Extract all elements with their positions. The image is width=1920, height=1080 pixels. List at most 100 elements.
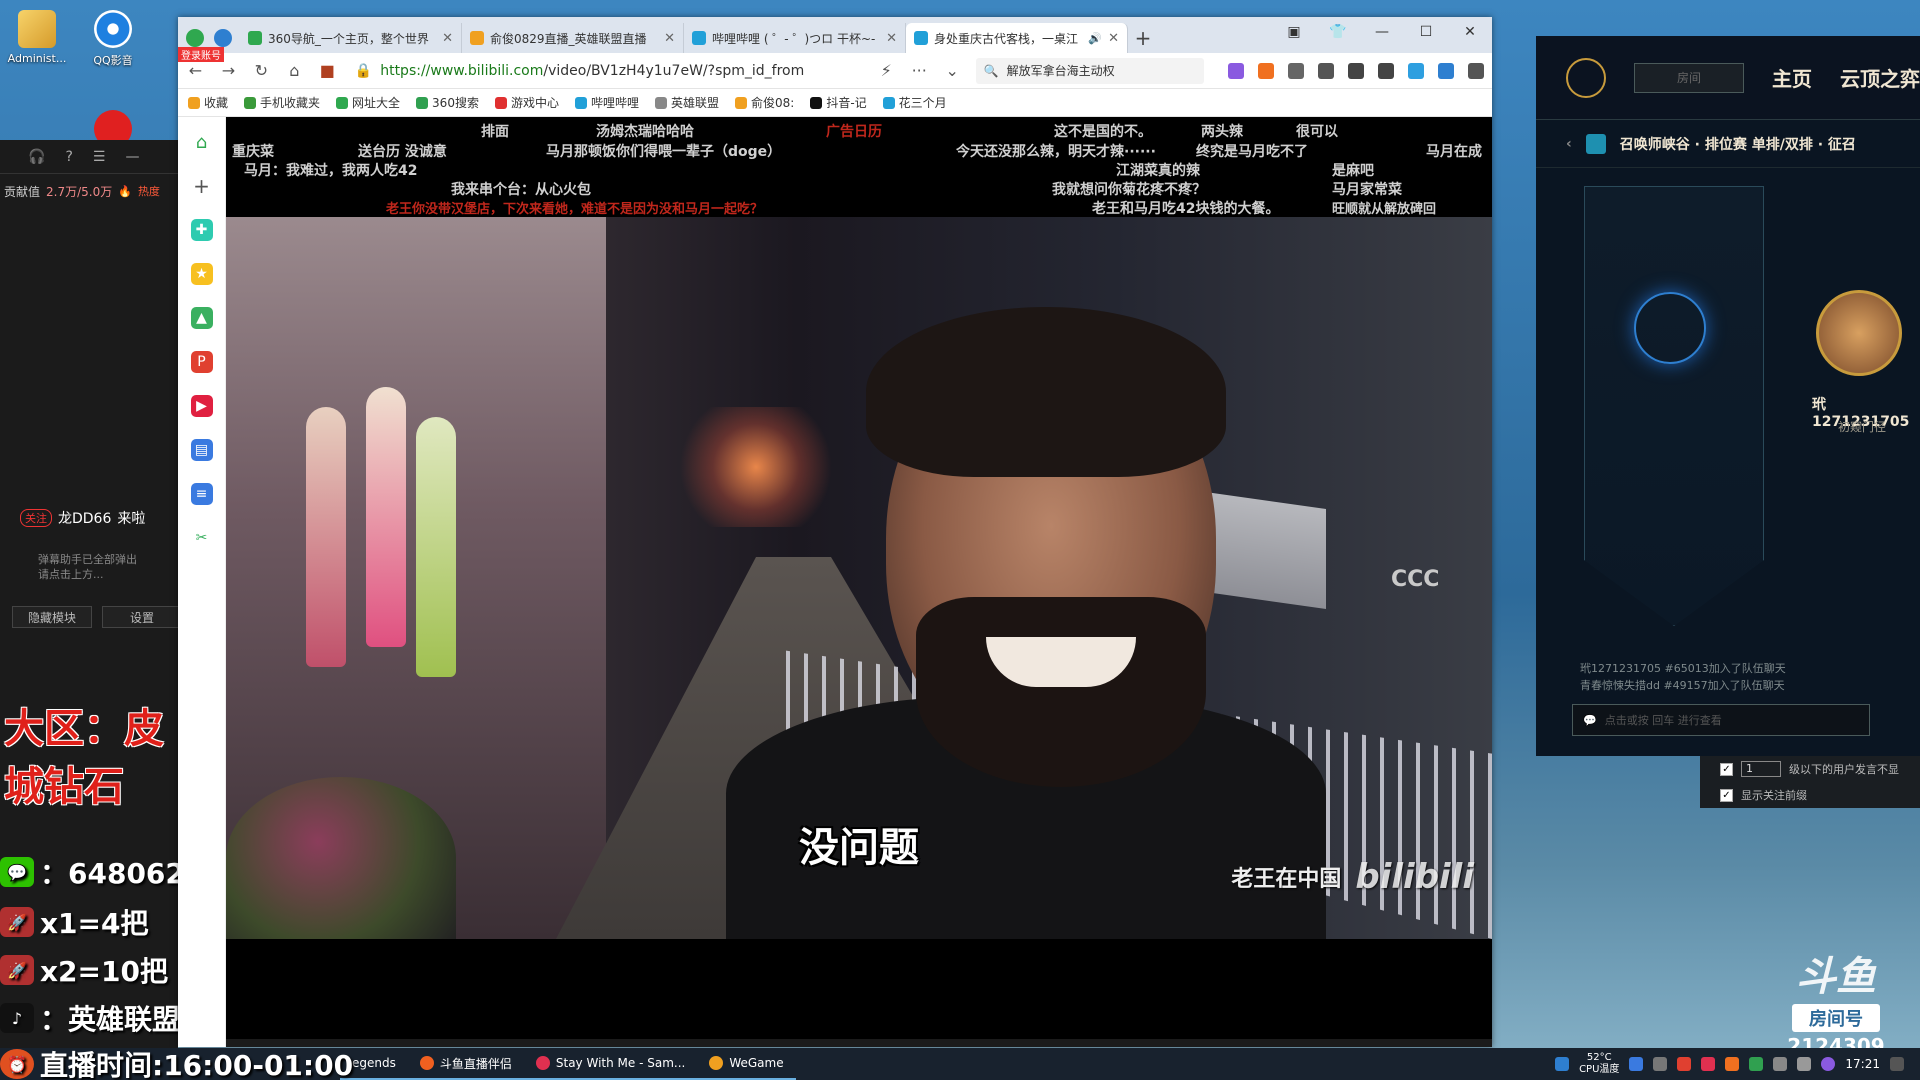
undo-icon[interactable] bbox=[1377, 62, 1394, 79]
ai-icon[interactable] bbox=[1407, 62, 1424, 79]
plus-icon[interactable]: + bbox=[191, 174, 213, 198]
medical-icon[interactable]: ✚ bbox=[190, 219, 213, 241]
lol-logo-icon[interactable] bbox=[1566, 57, 1606, 98]
chart-icon[interactable]: ▤ bbox=[190, 439, 213, 461]
desktop-icon-qqplayer[interactable]: QQ影音 bbox=[78, 10, 148, 68]
sync-icon[interactable] bbox=[1437, 62, 1454, 79]
new-tab-button[interactable]: + bbox=[1128, 23, 1158, 53]
tab-count-icon[interactable]: ▣ bbox=[1272, 17, 1316, 47]
ime-icon[interactable] bbox=[1821, 1057, 1836, 1071]
close-icon[interactable]: ✕ bbox=[1108, 31, 1119, 46]
search-box[interactable]: 🔍 解放军拿台海主动权 bbox=[975, 57, 1204, 84]
close-icon[interactable]: ✕ bbox=[886, 31, 897, 46]
lol-chat-input[interactable]: 💬 点击或按 回车 进行查看 bbox=[1572, 704, 1870, 736]
bookmark-item[interactable]: 收藏 bbox=[188, 94, 228, 111]
taskbar-item-music[interactable]: Stay With Me - Sam... bbox=[523, 1048, 698, 1080]
rate2-text: x2=10把 bbox=[40, 955, 168, 988]
menu-icon[interactable] bbox=[1467, 62, 1484, 79]
video-icon[interactable]: ▶ bbox=[190, 395, 213, 417]
app-tray-icon[interactable] bbox=[1701, 1057, 1716, 1071]
pdf-icon[interactable]: P bbox=[190, 351, 213, 373]
lol-player-avatar[interactable] bbox=[1816, 290, 1902, 376]
close-icon[interactable]: ✕ bbox=[664, 31, 675, 46]
close-window-icon[interactable]: ✕ bbox=[1448, 17, 1492, 47]
download-icon[interactable] bbox=[1347, 62, 1364, 79]
network-icon[interactable] bbox=[1773, 1057, 1788, 1071]
tab-douyu-live[interactable]: 俞俊0829直播_英雄联盟直播 ✕ bbox=[462, 23, 684, 53]
bookmark-item[interactable]: 哔哩哔哩 bbox=[574, 94, 639, 111]
lol-empty-slot-ring[interactable] bbox=[1634, 292, 1706, 364]
extension-icon[interactable] bbox=[1227, 62, 1244, 79]
taskbar-item-douyu[interactable]: 斗鱼直播伴侣 bbox=[407, 1048, 524, 1080]
login-badge[interactable]: 登录账号 bbox=[178, 47, 224, 62]
bookmark-item[interactable]: 抖音-记 bbox=[810, 94, 867, 111]
music-icon bbox=[535, 1056, 550, 1070]
taskbar-item-wegame[interactable]: WeGame bbox=[697, 1048, 796, 1080]
maximize-icon[interactable]: ☐ bbox=[1404, 17, 1448, 47]
video-player[interactable]: 排面 汤姆杰瑞哈哈哈 广告日历 这不是国的不。 两头辣 很可以 重庆菜 送台历 … bbox=[226, 117, 1492, 1047]
shield-icon[interactable] bbox=[1629, 1057, 1644, 1071]
speaker-icon[interactable]: 🔊 bbox=[1088, 32, 1102, 45]
menu-icon[interactable]: ☰ bbox=[93, 149, 106, 165]
bookmark-item[interactable]: 网址大全 bbox=[336, 94, 400, 111]
close-icon[interactable]: ✕ bbox=[442, 31, 453, 46]
back-icon[interactable]: ← bbox=[186, 61, 205, 80]
headset-icon[interactable]: 🎧 bbox=[28, 149, 45, 165]
hide-module-button[interactable]: 隐藏模块 bbox=[12, 606, 92, 628]
send-icon[interactable] bbox=[214, 29, 232, 47]
bookmark-item[interactable]: 花三个月 bbox=[882, 94, 947, 111]
bookmark-item[interactable]: 360搜索 bbox=[416, 94, 479, 111]
lightning-icon[interactable]: ⚡ bbox=[877, 61, 896, 80]
image-icon[interactable]: ▲ bbox=[190, 307, 213, 329]
video-frame: CCC 没问题 老王在中国 bilibili bbox=[226, 217, 1492, 939]
address-bar[interactable]: 🔒 https://www.bilibili.com/video/BV1zH4y… bbox=[351, 58, 863, 84]
refresh-icon[interactable]: ↻ bbox=[252, 61, 271, 80]
scissors-icon[interactable]: ✂ bbox=[191, 527, 213, 549]
tab-360nav[interactable]: 360导航_一个主页，整个世界 ✕ bbox=[240, 23, 462, 53]
desktop-icon-admin[interactable]: Administ... bbox=[2, 10, 72, 65]
clock-time: 17:21 bbox=[1845, 1057, 1880, 1071]
lol-nav-tft[interactable]: 云顶之弈 bbox=[1840, 63, 1920, 92]
help-icon[interactable]: ? bbox=[65, 149, 72, 165]
tab-bilibili[interactable]: 哔哩哔哩 ( ゜- ゜)つロ 干杯~- ✕ bbox=[684, 23, 906, 53]
chevron-left-icon[interactable]: ‹ bbox=[1566, 136, 1572, 152]
app-tray-icon[interactable] bbox=[1725, 1057, 1740, 1071]
home-icon[interactable]: ⌂ bbox=[285, 61, 304, 80]
document-icon[interactable]: ≡ bbox=[190, 483, 213, 505]
settings-button[interactable]: 设置 bbox=[102, 606, 182, 628]
app-tray-icon[interactable] bbox=[1555, 1057, 1570, 1071]
player-controls-bar[interactable] bbox=[226, 1039, 1492, 1047]
notification-icon[interactable] bbox=[1890, 1057, 1904, 1071]
fox-icon[interactable] bbox=[1257, 62, 1274, 79]
bookmark-item[interactable]: 游戏中心 bbox=[494, 94, 559, 111]
level-filter-checkbox[interactable]: ✓ bbox=[1720, 762, 1733, 776]
puzzle-icon[interactable] bbox=[1317, 62, 1334, 79]
fire-icon: 🔥 bbox=[118, 184, 132, 198]
danmaku-item: 我来串个台：从心火包 bbox=[451, 182, 591, 198]
page-content: ⌂ + ✚ ★ ▲ P ▶ ▤ ≡ ✂ 排面 汤姆杰瑞哈哈哈 广告日历 这不是国… bbox=[178, 117, 1492, 1047]
shirt-icon[interactable]: 👕 bbox=[1316, 17, 1360, 47]
chrome-icon[interactable] bbox=[1749, 1057, 1764, 1071]
minimize-icon[interactable]: — bbox=[125, 149, 139, 165]
home-icon[interactable]: ⌂ bbox=[191, 131, 213, 153]
scissors-icon[interactable] bbox=[1287, 62, 1304, 79]
volume-icon[interactable] bbox=[1797, 1057, 1812, 1071]
lol-room-input[interactable]: 房间 bbox=[1634, 62, 1744, 93]
briefcase-icon[interactable]: ■ bbox=[318, 61, 337, 80]
bookmark-item[interactable]: 俞俊08: bbox=[735, 94, 794, 111]
star-icon[interactable]: ★ bbox=[190, 263, 213, 285]
bookmark-item[interactable]: 手机收藏夹 bbox=[244, 94, 320, 111]
browser-logo-icon[interactable] bbox=[186, 29, 204, 47]
forward-icon[interactable]: → bbox=[219, 61, 238, 80]
more-icon[interactable]: ··· bbox=[910, 61, 929, 80]
level-select[interactable]: 1 bbox=[1741, 761, 1781, 777]
tab-video-active[interactable]: 身处重庆古代客栈，一桌江 🔊 ✕ bbox=[906, 23, 1128, 53]
google-icon[interactable] bbox=[1677, 1057, 1692, 1071]
lol-nav-home[interactable]: 主页 bbox=[1772, 63, 1812, 92]
taskbar-label: egends bbox=[352, 1056, 396, 1070]
minimize-icon[interactable]: — bbox=[1360, 17, 1404, 47]
monitor-icon[interactable] bbox=[1653, 1057, 1668, 1071]
chevron-down-icon[interactable]: ⌄ bbox=[943, 61, 962, 80]
follow-prefix-checkbox[interactable]: ✓ bbox=[1720, 788, 1733, 802]
bookmark-item[interactable]: 英雄联盟 bbox=[654, 94, 719, 111]
